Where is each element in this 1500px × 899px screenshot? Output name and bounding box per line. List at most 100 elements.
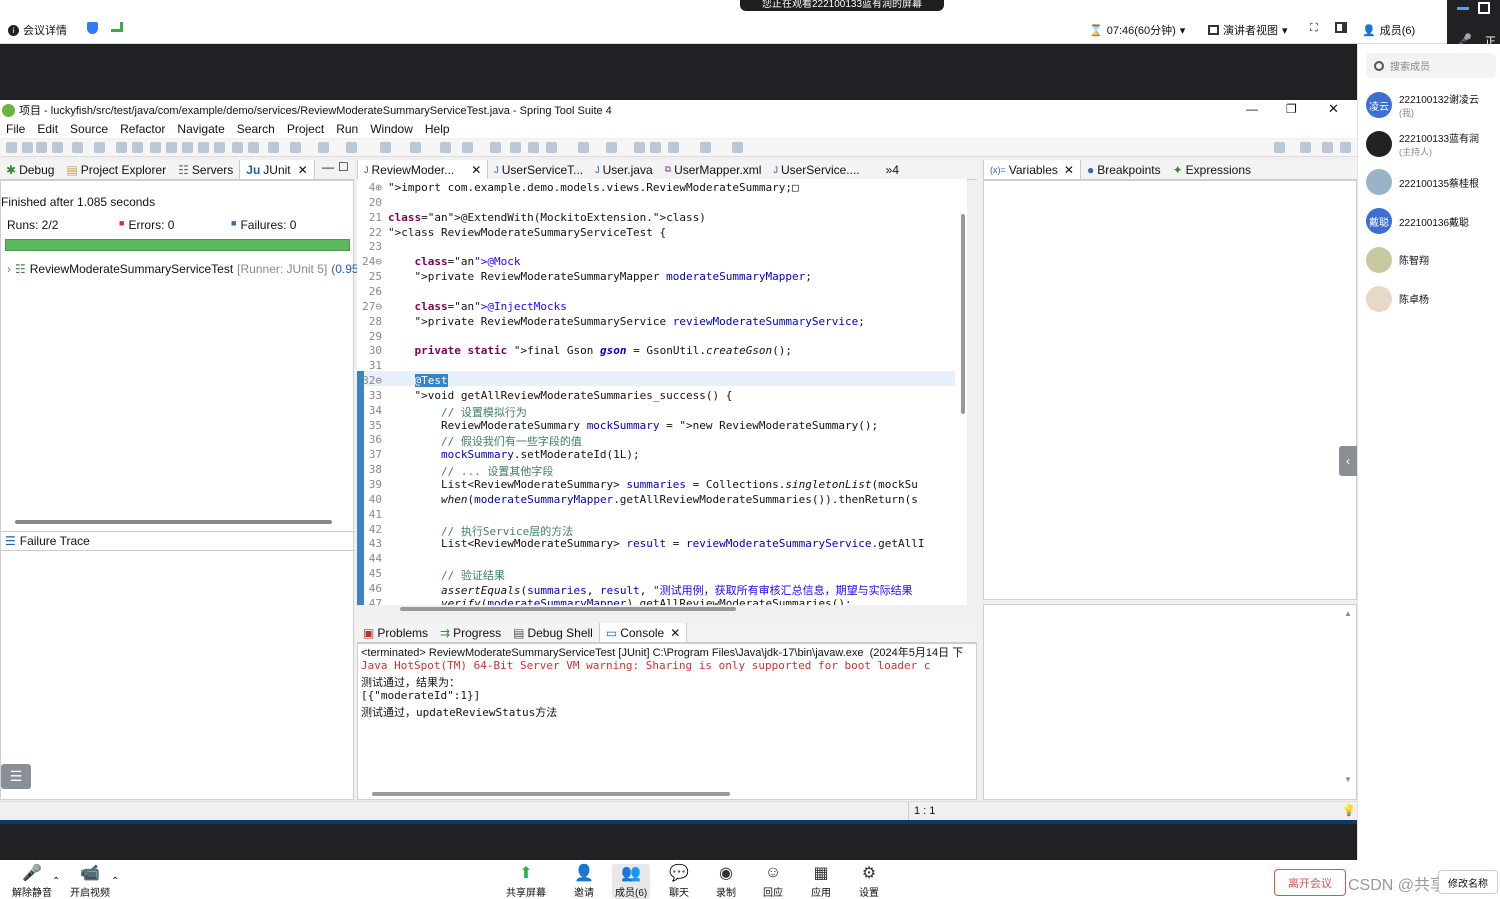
tab-servers[interactable]: ☷ Servers <box>172 160 239 179</box>
toolbar-button[interactable] <box>72 142 83 153</box>
toolbar-button[interactable] <box>290 142 301 153</box>
member-item[interactable]: 戴聪 222100136戴聪 <box>1366 204 1496 238</box>
outline-toggle-icon[interactable]: ☰ <box>1 764 31 789</box>
toolbar-button[interactable] <box>410 142 421 153</box>
tab-debug-shell[interactable]: ▤ Debug Shell <box>507 623 599 642</box>
fullscreen-icon[interactable]: ⛶ <box>1310 22 1318 35</box>
toolbar-button[interactable] <box>268 142 279 153</box>
menu-navigate[interactable]: Navigate <box>171 122 230 136</box>
junit-test-tree-item[interactable]: › ☷ ReviewModerateSummaryServiceTest [Ru… <box>7 262 379 276</box>
console-view[interactable]: <terminated> ReviewModerateSummaryServic… <box>357 643 977 800</box>
toolbar-button[interactable] <box>198 142 209 153</box>
toolbar-button[interactable] <box>528 142 539 153</box>
toolbar-button[interactable] <box>22 142 33 153</box>
member-item[interactable]: 凌云 222100132谢凌云 (我) <box>1366 88 1496 122</box>
toolbar-button[interactable] <box>462 142 473 153</box>
toolbar-button[interactable] <box>214 142 225 153</box>
toolbar-button[interactable] <box>182 142 193 153</box>
editor-tab[interactable]: J User.java <box>589 160 659 179</box>
menu-run[interactable]: Run <box>330 122 364 136</box>
editor-horizontal-scrollbar[interactable] <box>400 607 736 611</box>
toolbar-button[interactable] <box>668 142 679 153</box>
close-window-icon[interactable]: ✕ <box>1328 101 1339 117</box>
member-item[interactable]: 222100135蔡桂根 <box>1366 165 1496 199</box>
menu-project[interactable]: Project <box>281 122 330 136</box>
toolbar-button[interactable] <box>116 142 127 153</box>
meeting-timer[interactable]: ⌛ 07:46(60分钟) ▾ <box>1089 22 1185 38</box>
leave-meeting-button[interactable]: 离开会议 <box>1274 869 1346 896</box>
close-tab-icon[interactable]: ✕ <box>1064 163 1074 177</box>
member-search-input[interactable]: 搜索成员 <box>1366 53 1496 78</box>
toolbar-button[interactable] <box>700 142 711 153</box>
meeting-details-button[interactable]: i 会议详情 <box>8 22 67 38</box>
toolbar-button[interactable] <box>232 142 243 153</box>
tab-project-explorer[interactable]: ▤ Project Explorer <box>60 160 172 179</box>
tab-expressions[interactable]: ✦ Expressions <box>1167 160 1257 179</box>
close-tab-icon[interactable]: ✕ <box>670 626 680 640</box>
toolbar-button[interactable] <box>510 142 521 153</box>
vertical-scrollbar[interactable] <box>961 214 965 414</box>
member-item[interactable]: 陈智翔 <box>1366 243 1496 277</box>
toolbar-button[interactable] <box>546 142 557 153</box>
toolbar-button[interactable] <box>346 142 357 153</box>
toolbar-button[interactable] <box>132 142 143 153</box>
chevron-up-icon[interactable]: ⌃ <box>111 876 119 887</box>
toolbar-button[interactable] <box>1322 142 1333 153</box>
toolbar-button[interactable] <box>1274 142 1285 153</box>
minimize-icon[interactable] <box>1457 7 1469 10</box>
chat-button[interactable]: 💬 聊天 <box>668 864 690 899</box>
toolbar-button[interactable] <box>440 142 451 153</box>
menu-refactor[interactable]: Refactor <box>114 122 171 136</box>
apps-button[interactable]: ▦ 应用 <box>810 864 832 899</box>
tab-junit[interactable]: Ju JUnit ✕ <box>239 160 315 179</box>
menu-window[interactable]: Window <box>364 122 419 136</box>
menu-search[interactable]: Search <box>231 122 281 136</box>
tab-progress[interactable]: ⇉ Progress <box>434 623 507 642</box>
collapse-panel-icon[interactable]: ‹ <box>1339 446 1357 476</box>
more-tabs-button[interactable]: »4 <box>880 160 905 179</box>
maximize-view-icon[interactable]: ☐ <box>338 160 349 174</box>
editor-tab[interactable]: J UserService.... <box>767 160 865 179</box>
toolbar-button[interactable] <box>94 142 105 153</box>
maximize-icon[interactable] <box>1478 2 1490 14</box>
share-screen-button[interactable]: ⬆ 共享屏幕 <box>506 864 546 899</box>
toolbar-button[interactable] <box>166 142 177 153</box>
toolbar-button[interactable] <box>318 142 329 153</box>
rename-button[interactable]: 修改名称 <box>1438 870 1498 894</box>
members-button[interactable]: 👤 成员(6) <box>1362 22 1415 38</box>
record-button[interactable]: ◉ 录制 <box>715 864 737 899</box>
start-video-button[interactable]: 📹 开启视频 <box>70 864 110 899</box>
minimize-window-icon[interactable]: — <box>1246 102 1258 116</box>
view-mode-button[interactable]: 演讲者视图 ▾ <box>1208 22 1288 38</box>
editor-tab[interactable]: ⧉ UserMapper.xml <box>659 160 768 179</box>
security-shield-icon[interactable] <box>87 22 98 34</box>
member-item[interactable]: 陈卓杨 <box>1366 282 1496 316</box>
settings-button[interactable]: ⚙ 设置 <box>858 864 880 899</box>
toolbar-button[interactable] <box>150 142 161 153</box>
menu-edit[interactable]: Edit <box>31 122 64 136</box>
menu-file[interactable]: File <box>0 122 31 136</box>
toolbar-button[interactable] <box>578 142 589 153</box>
code-editor[interactable]: 4⊕ ">import com.example.demo.models.views… <box>357 179 967 605</box>
signal-icon[interactable] <box>111 22 123 32</box>
toolbar-button[interactable] <box>36 142 47 153</box>
restore-window-icon[interactable]: ❐ <box>1286 102 1297 116</box>
member-item[interactable]: 222100133蓝有润 (主持人) <box>1366 127 1496 161</box>
toolbar-button[interactable] <box>1300 142 1311 153</box>
console-horizontal-scrollbar[interactable] <box>372 792 730 796</box>
editor-tab[interactable]: J UserServiceT... <box>488 160 589 179</box>
scroll-up-icon[interactable]: ▲ <box>1344 609 1352 618</box>
toolbar-button[interactable] <box>634 142 645 153</box>
close-tab-icon[interactable]: ✕ <box>471 163 481 177</box>
close-tab-icon[interactable]: ✕ <box>298 163 308 177</box>
invite-button[interactable]: 👤 邀请 <box>573 864 595 899</box>
members-toggle-button[interactable]: 👥 成员(6) <box>612 864 651 899</box>
chevron-up-icon[interactable]: ⌃ <box>52 876 60 887</box>
toolbar-button[interactable] <box>1340 142 1351 153</box>
toolbar-button[interactable] <box>6 142 17 153</box>
menu-help[interactable]: Help <box>419 122 456 136</box>
scroll-down-icon[interactable]: ▼ <box>1344 775 1352 784</box>
toolbar-button[interactable] <box>490 142 501 153</box>
layout-icon[interactable] <box>1335 22 1347 33</box>
react-button[interactable]: ☺ 回应 <box>762 864 784 899</box>
